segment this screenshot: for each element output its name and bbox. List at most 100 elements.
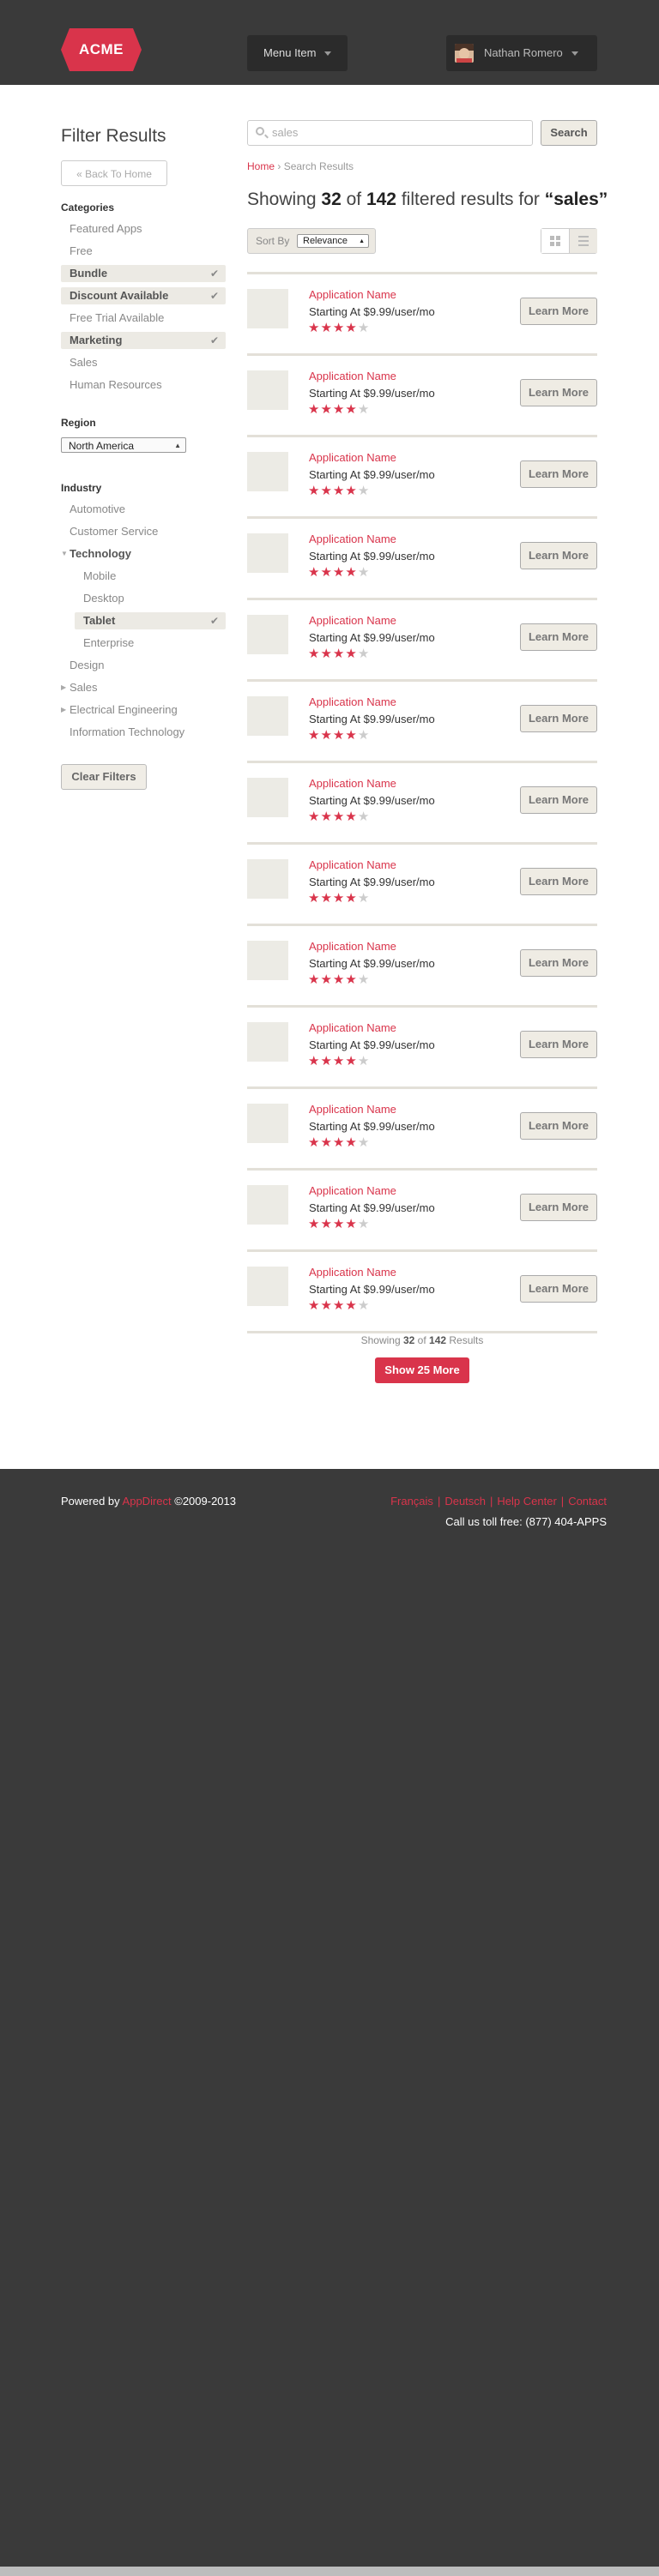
learn-more-button[interactable]: Learn More [520,460,597,488]
category-item[interactable]: Sales [61,354,226,371]
app-thumbnail[interactable] [247,452,288,491]
industry-item-mobile[interactable]: Mobile [75,568,226,585]
rating-stars: ★★★★★ [308,729,370,743]
star-icon: ★ [332,891,346,906]
user-menu-button[interactable]: Nathan Romero [446,35,597,71]
industry-item-electrical-engineering[interactable]: ▶ Electrical Engineering [61,701,226,719]
footer-link-deutsch[interactable]: Deutsch [444,1495,486,1508]
acme-logo[interactable]: ACME [61,28,142,71]
category-item[interactable]: Free [61,243,226,260]
learn-more-button[interactable]: Learn More [520,298,597,325]
industry-item-desktop[interactable]: Desktop [75,590,226,607]
app-thumbnail[interactable] [247,1267,288,1306]
industry-label: Customer Service [70,525,159,538]
footer-link-francais[interactable]: Français [390,1495,433,1508]
industry-item-technology[interactable]: ▼ Technology [61,545,226,563]
show-more-button[interactable]: Show 25 More [375,1357,469,1383]
industry-label: Mobile [83,569,117,582]
appdirect-link[interactable]: AppDirect [123,1495,172,1508]
category-item[interactable]: Featured Apps [61,220,226,238]
summary-of: of [341,190,366,209]
app-name-link[interactable]: Application Name [309,940,396,953]
result-row: Application Name Starting At $9.99/user/m… [247,1249,597,1331]
sort-label: Sort By [256,235,290,247]
app-thumbnail[interactable] [247,778,288,817]
industry-label: Desktop [83,592,124,605]
learn-more-button[interactable]: Learn More [520,542,597,569]
caret-down-icon [324,51,332,57]
grid-view-button[interactable] [541,229,570,253]
app-name-link[interactable]: Application Name [309,614,396,627]
app-thumbnail[interactable] [247,289,288,328]
learn-more-button[interactable]: Learn More [520,1194,597,1221]
app-name-link[interactable]: Application Name [309,1021,396,1034]
app-name-link[interactable]: Application Name [309,533,396,545]
clear-filters-button[interactable]: Clear Filters [61,764,147,790]
select-arrows-icon: ▲ [359,238,365,244]
app-thumbnail[interactable] [247,370,288,410]
star-icon: ★ [357,321,371,335]
region-select[interactable]: North America ▲ [61,437,186,453]
learn-more-button[interactable]: Learn More [520,705,597,732]
app-thumbnail[interactable] [247,1104,288,1143]
industry-item-enterprise[interactable]: Enterprise [75,635,226,652]
industry-item-tablet[interactable]: Tablet ✔ [75,612,226,629]
learn-more-button[interactable]: Learn More [520,949,597,977]
learn-more-button[interactable]: Learn More [520,1112,597,1140]
app-name-link[interactable]: Application Name [309,288,396,301]
category-label: Sales [70,356,98,369]
back-to-home-button[interactable]: « Back To Home [61,160,167,186]
category-label: Marketing [70,334,123,346]
app-name-link[interactable]: Application Name [309,858,396,871]
industry-item-sales[interactable]: ▶ Sales [61,679,226,696]
sort-select[interactable]: Relevance ▲ [297,234,369,248]
app-name-link[interactable]: Application Name [309,451,396,464]
category-item[interactable]: Free Trial Available [61,310,226,327]
app-thumbnail[interactable] [247,533,288,573]
app-name-link[interactable]: Application Name [309,777,396,790]
breadcrumb-current: Search Results [283,160,354,172]
learn-more-button[interactable]: Learn More [520,868,597,895]
app-thumbnail[interactable] [247,1022,288,1062]
learn-more-button[interactable]: Learn More [520,786,597,814]
app-price: Starting At $9.99/user/mo [309,631,435,644]
powered-prefix: Powered by [61,1495,123,1508]
learn-more-button[interactable]: Learn More [520,1031,597,1058]
star-icon: ★ [332,565,346,580]
app-name-link[interactable]: Application Name [309,695,396,708]
search-button[interactable]: Search [541,120,597,146]
app-name-link[interactable]: Application Name [309,1266,396,1279]
app-thumbnail[interactable] [247,615,288,654]
industry-item-design[interactable]: Design [61,657,226,674]
industry-item-customer-service[interactable]: Customer Service [61,523,226,540]
star-icon: ★ [308,1135,321,1150]
app-name-link[interactable]: Application Name [309,1103,396,1116]
breadcrumb-home[interactable]: Home [247,160,275,172]
app-price: Starting At $9.99/user/mo [309,387,435,400]
avatar [455,44,474,63]
category-item[interactable]: Human Resources [61,376,226,394]
learn-more-button[interactable]: Learn More [520,623,597,651]
industry-item-automotive[interactable]: Automotive [61,501,226,518]
result-row: Application Name Starting At $9.99/user/m… [247,1086,597,1168]
menu-item-button[interactable]: Menu Item [247,35,348,71]
category-item[interactable]: Discount Available ✔ [61,287,226,304]
check-icon: ✔ [209,290,219,302]
app-thumbnail[interactable] [247,1185,288,1225]
app-name-link[interactable]: Application Name [309,1184,396,1197]
category-item[interactable]: Marketing ✔ [61,332,226,349]
footer-link-help-center[interactable]: Help Center [497,1495,556,1508]
list-view-button[interactable] [570,229,597,253]
app-thumbnail[interactable] [247,941,288,980]
app-thumbnail[interactable] [247,859,288,899]
search-input[interactable]: sales [247,120,533,146]
learn-more-button[interactable]: Learn More [520,379,597,406]
category-item[interactable]: Bundle ✔ [61,265,226,282]
learn-more-button[interactable]: Learn More [520,1275,597,1303]
industry-item-information-technology[interactable]: Information Technology [61,724,226,741]
app-name-link[interactable]: Application Name [309,370,396,382]
app-thumbnail[interactable] [247,696,288,736]
star-icon: ★ [320,1298,333,1313]
result-row: Application Name Starting At $9.99/user/m… [247,353,597,435]
footer-link-contact[interactable]: Contact [568,1495,607,1508]
